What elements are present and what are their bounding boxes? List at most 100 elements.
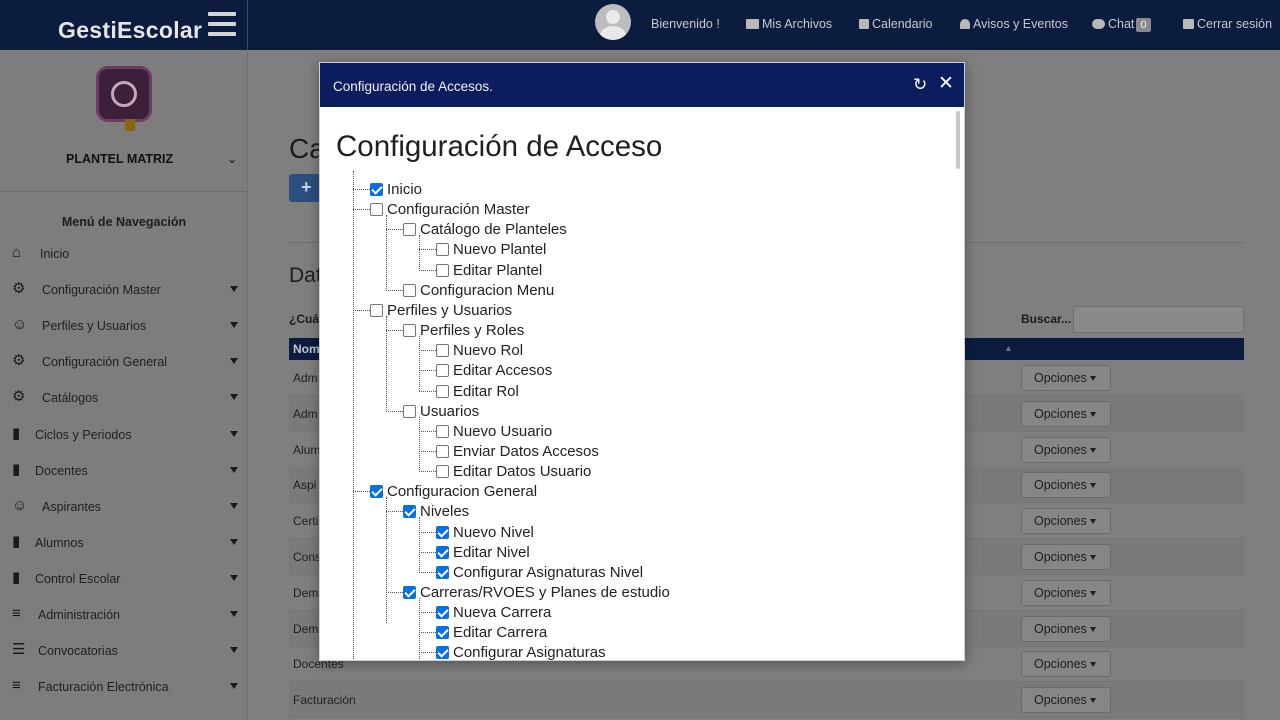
tree-node-label[interactable]: Catálogo de Planteles [420,221,567,238]
options-button[interactable]: Opciones [1021,472,1111,499]
caret-down-icon [230,394,238,401]
access-checkbox[interactable] [436,565,449,579]
nav-logout[interactable]: Cerrar sesión [1183,17,1272,31]
tree-node-label[interactable]: Perfiles y Usuarios [387,302,512,319]
tree-node-label[interactable]: Inicio [387,181,422,198]
sidebar-item-label: Configuración Master [42,283,161,298]
sidebar-item[interactable]: ⚙ Configuración Master [0,271,248,307]
options-button[interactable]: Opciones [1021,615,1111,642]
sidebar-item[interactable]: ▮ Docentes [0,452,248,488]
sidebar-item[interactable]: ▮ Control Escolar [0,560,248,596]
tree-node-label[interactable]: Editar Datos Usuario [453,463,591,480]
sidebar-item[interactable]: ☰ Convocatorias [0,632,248,668]
access-checkbox[interactable] [436,465,449,479]
sidebar-item[interactable]: ⌂ Inicio [0,235,248,271]
nav-my-files[interactable]: Mis Archivos [746,17,832,31]
coins-icon: ≡ [12,605,21,622]
hamburger-menu-icon[interactable] [208,12,236,36]
access-checkbox[interactable] [436,344,449,358]
access-checkbox[interactable] [403,586,416,599]
tree-node-label[interactable]: Niveles [420,503,469,520]
tree-node-label[interactable]: Nuevo Plantel [453,241,546,258]
sidebar-item[interactable]: ≡ Facturación Electrónica [0,668,248,704]
options-button[interactable]: Opciones [1021,687,1111,714]
access-checkbox[interactable] [436,444,449,458]
access-checkbox[interactable] [436,525,449,539]
tree-node-label[interactable]: Editar Accesos [453,362,552,379]
sidebar-item-label: Inicio [40,247,70,261]
search-input[interactable] [1073,306,1244,333]
nav-notices[interactable]: Avisos y Eventos [960,17,1068,31]
access-checkbox[interactable] [403,324,416,338]
plantel-selector[interactable]: PLANTEL MATRIZ ⌄ [0,152,248,192]
sidebar-item[interactable]: ▮ Ciclos y Periodos [0,416,248,452]
options-button-label: Opciones [1034,657,1087,672]
nav-calendar[interactable]: Calendario [859,17,932,31]
tree-node-label[interactable]: Configurar Asignaturas [453,644,606,660]
tree-node-label[interactable]: Nuevo Nivel [453,524,534,541]
options-button[interactable]: Opciones [1021,365,1111,391]
tree-node-label[interactable]: Configurar Asignaturas Nivel [453,564,643,581]
access-checkbox[interactable] [370,303,383,317]
tree-node-label[interactable]: Nuevo Rol [453,342,523,359]
access-checkbox[interactable] [436,646,449,660]
tree-node-label[interactable]: Nueva Carrera [453,604,551,621]
options-button[interactable]: Opciones [1021,579,1111,606]
close-icon[interactable]: ✕ [938,74,954,94]
plantel-label: PLANTEL MATRIZ [66,152,174,166]
options-button[interactable]: Opciones [1021,400,1111,427]
access-checkbox[interactable] [370,485,383,499]
tree-node-label[interactable]: Perfiles y Roles [420,322,524,339]
access-checkbox[interactable] [403,283,416,297]
tree-node-label[interactable]: Editar Rol [453,383,519,400]
access-checkbox[interactable] [436,606,449,620]
scrollbar-thumb[interactable] [956,111,960,169]
avatar[interactable] [595,4,631,40]
refresh-icon[interactable]: ↻ [913,76,927,94]
options-button[interactable]: Opciones [1021,544,1111,570]
sidebar-item[interactable]: ≡ Administración [0,596,248,632]
access-checkbox[interactable] [436,424,449,438]
access-checkbox[interactable] [370,183,383,196]
tree-node-label[interactable]: Enviar Datos Accesos [453,443,599,460]
modal-heading: Configuración de Acceso [336,130,663,163]
sidebar-item[interactable]: ☺ Aspirantes [0,488,248,524]
access-checkbox[interactable] [436,243,449,257]
access-checkbox[interactable] [403,404,416,418]
sidebar-item-label: Alumnos [35,535,84,550]
tree-node-label[interactable]: Configuracion General [387,483,537,500]
tree-node-label[interactable]: Configuración Master [387,201,530,218]
access-checkbox[interactable] [436,364,449,378]
access-checkbox[interactable] [436,263,449,277]
gears-icon: ⚙ [12,280,26,298]
access-checkbox[interactable] [403,223,416,237]
tree-node-label[interactable]: Editar Carrera [453,624,547,641]
access-checkbox[interactable] [403,505,416,519]
tree-node-label[interactable]: Configuracion Menu [420,282,554,299]
options-button[interactable]: Opciones [1021,436,1111,463]
tree-node-label[interactable]: Editar Plantel [453,262,542,279]
nav-chat[interactable]: Chat 0 [1092,17,1151,32]
caret-down-icon [230,683,238,690]
tree-node-label[interactable]: Carreras/RVOES y Planes de estudio [420,584,670,601]
folder-icon [746,19,759,29]
access-checkbox[interactable] [436,545,449,559]
tree-node-label[interactable]: Nuevo Usuario [453,423,552,440]
caret-down-icon [1089,590,1096,596]
options-button[interactable]: Opciones [1021,508,1111,535]
sidebar-item[interactable]: ☺ Perfiles y Usuarios [0,307,248,343]
tree-node-label[interactable]: Editar Nivel [453,544,530,561]
column-header-name[interactable]: Nom [293,342,320,356]
access-checkbox[interactable] [436,384,449,398]
sidebar-item[interactable]: ▮ Alumnos [0,524,248,560]
nav-logout-label: Cerrar sesión [1197,17,1273,31]
access-checkbox[interactable] [370,203,383,217]
access-checkbox[interactable] [436,626,449,640]
options-button[interactable]: Opciones [1021,651,1111,678]
sidebar-item[interactable]: ⚙ Catálogos [0,379,248,415]
sidebar-item-label: Catálogos [42,391,99,406]
sort-icon[interactable]: ▲ [1004,343,1013,353]
tree-node-label[interactable]: Usuarios [420,403,479,420]
sidebar-item[interactable]: ⚙ Configuración General [0,343,248,379]
school-logo [96,66,152,131]
